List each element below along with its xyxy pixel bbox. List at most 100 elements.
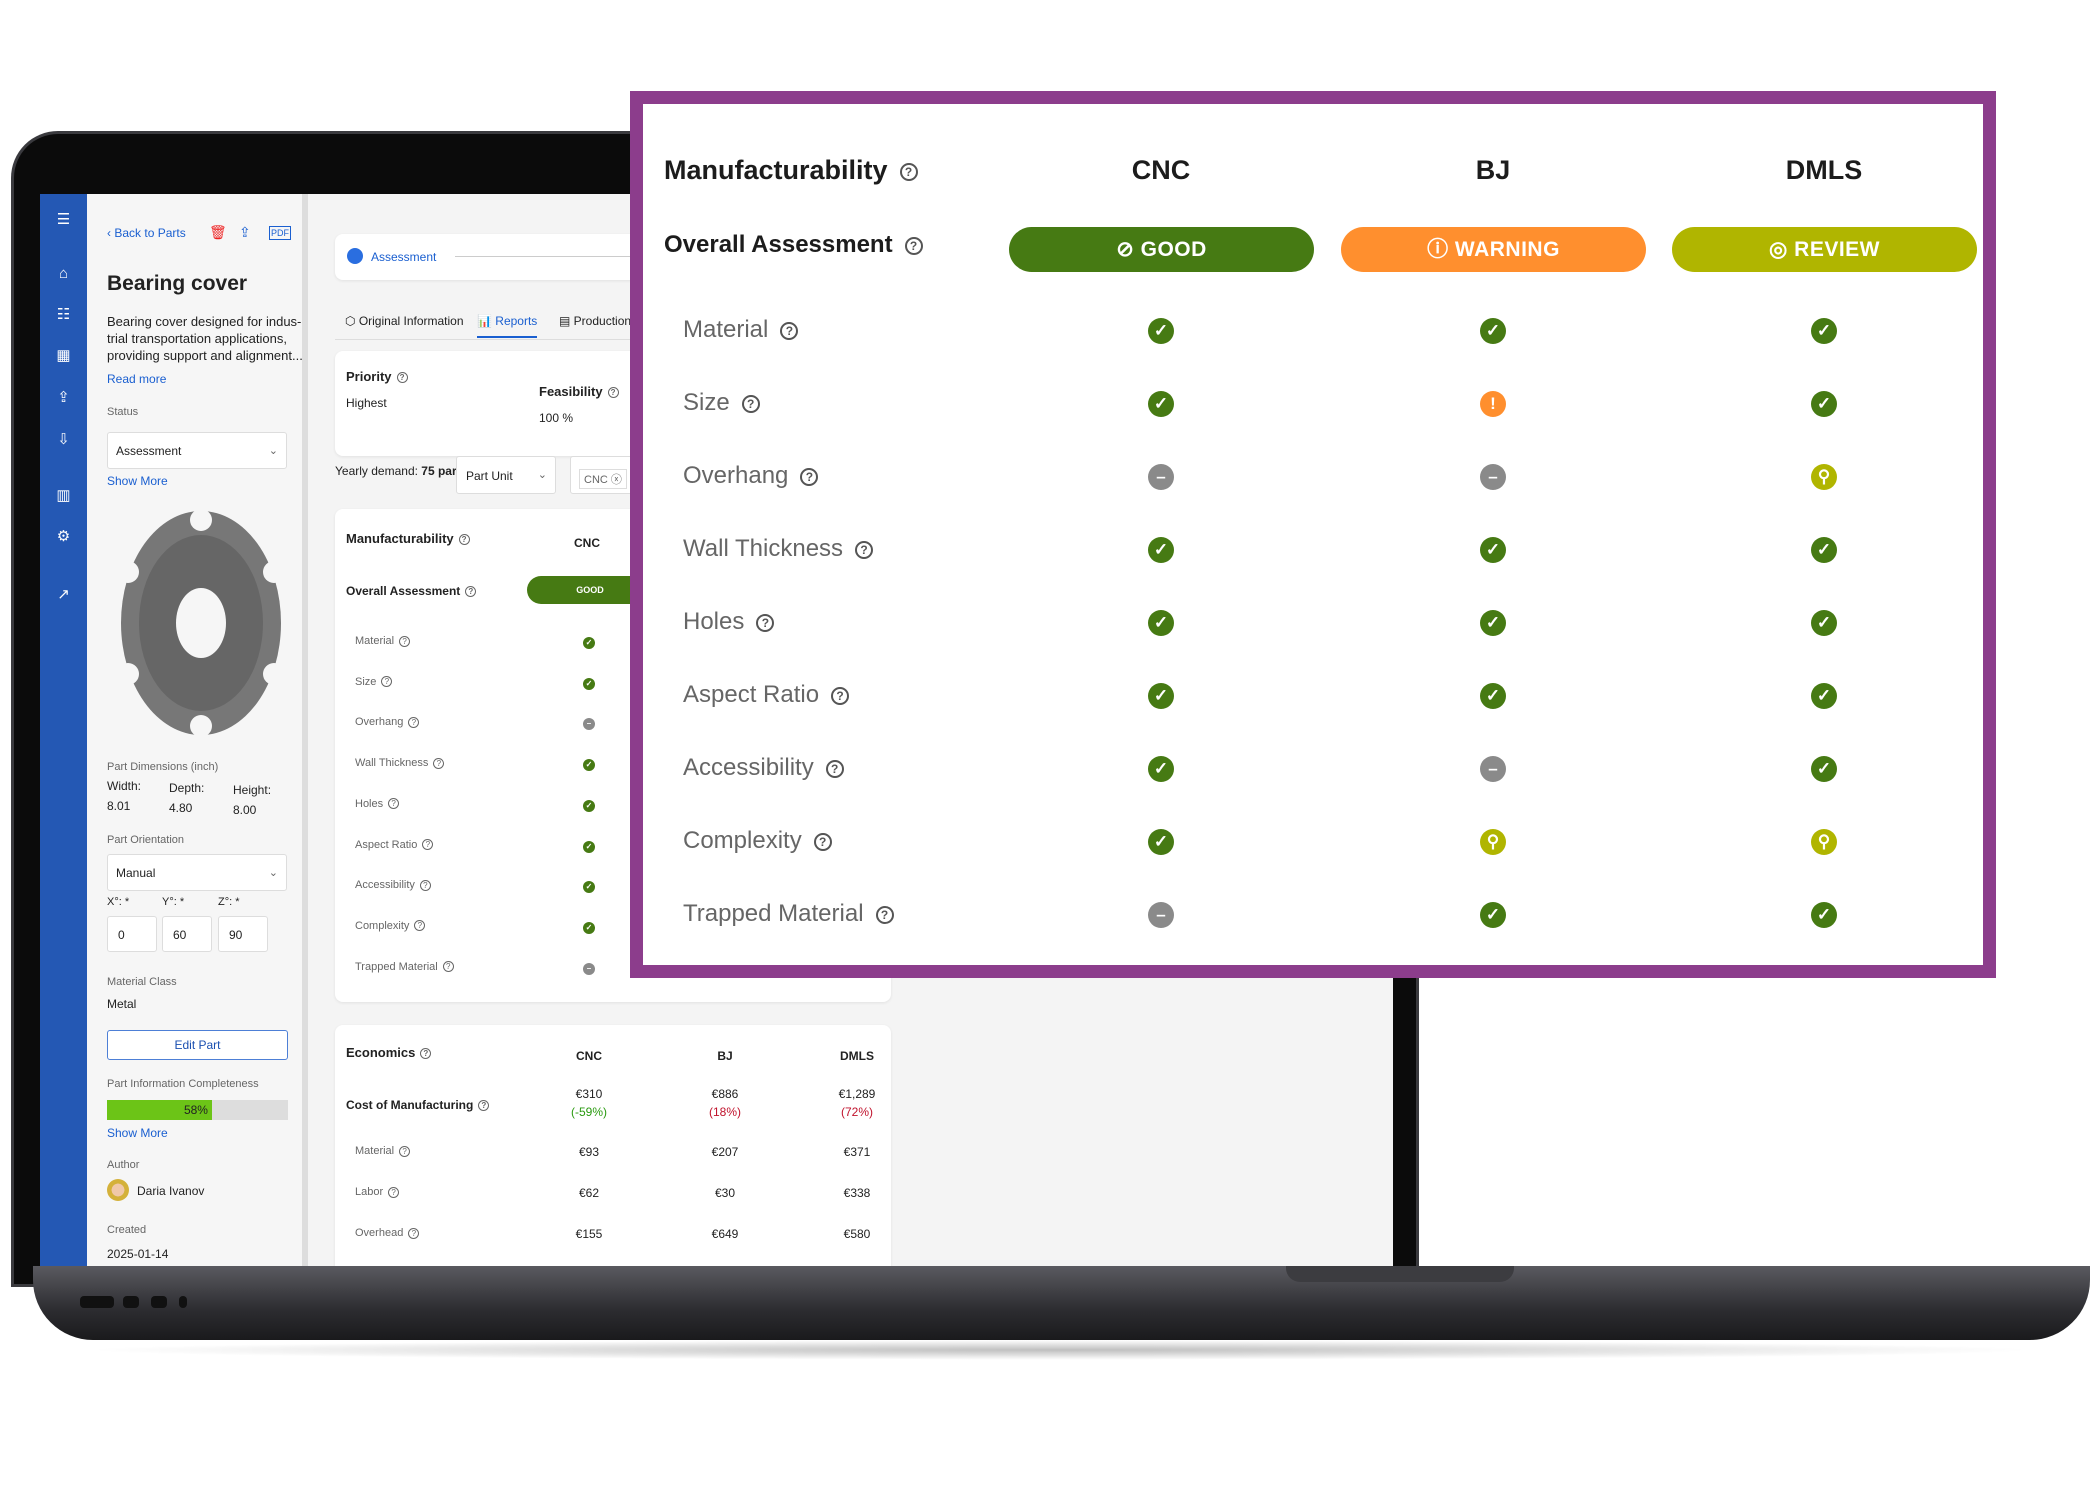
help-icon[interactable]: ? xyxy=(825,759,844,778)
help-icon[interactable]: ? xyxy=(780,321,799,340)
cost-row-label: Labor? xyxy=(355,1186,400,1198)
qr-icon[interactable]: ▦ xyxy=(40,346,87,364)
usb-port xyxy=(123,1296,139,1308)
orientation-dropdown[interactable]: Manual ⌄ xyxy=(107,854,287,891)
edit-part-button[interactable]: Edit Part xyxy=(107,1030,288,1060)
help-icon[interactable]: ? xyxy=(422,839,434,851)
unit-dropdown[interactable]: Part Unit ⌄ xyxy=(456,456,556,494)
help-icon[interactable]: ? xyxy=(800,467,819,486)
good-status-icon: ✓ xyxy=(1148,610,1174,636)
x-rotation-input[interactable]: 0 xyxy=(107,916,157,952)
help-icon[interactable]: ? xyxy=(399,1145,411,1157)
help-icon[interactable]: ? xyxy=(419,879,431,891)
review-status-icon: ⚲ xyxy=(1480,829,1506,855)
cost-delta: (-59%) xyxy=(570,1105,607,1119)
home-icon[interactable]: ⌂ xyxy=(40,265,87,282)
criterion-label: Aspect Ratio? xyxy=(683,681,850,709)
help-icon[interactable]: ? xyxy=(465,586,477,598)
help-icon[interactable]: ? xyxy=(388,1186,400,1198)
settings-icon[interactable]: ⚙ xyxy=(40,527,87,545)
process-header-cnc: CNC xyxy=(1131,155,1191,185)
show-more-link[interactable]: Show More xyxy=(107,474,168,488)
help-icon[interactable]: ? xyxy=(408,716,420,728)
neutral-status-icon: – xyxy=(1148,464,1174,490)
help-icon[interactable]: ? xyxy=(408,1227,420,1239)
label-text: Accessibility xyxy=(683,754,814,781)
read-more-link[interactable]: Read more xyxy=(107,372,166,386)
tab-original-information[interactable]: ⬡ Original Information xyxy=(345,314,464,328)
priority-label: Priority? xyxy=(346,369,408,384)
status-dropdown[interactable]: Assessment ⌄ xyxy=(107,432,287,469)
help-icon[interactable]: ? xyxy=(388,798,400,810)
label-text: Complexity xyxy=(355,919,410,932)
cost-row-value: €207 xyxy=(711,1145,739,1159)
y-rotation-input[interactable]: 60 xyxy=(162,916,212,952)
cost-value: €1,289 xyxy=(838,1087,876,1101)
cloud-upload-icon[interactable]: ⇪ xyxy=(40,388,87,406)
label-text: Material xyxy=(683,316,769,343)
help-icon[interactable]: ? xyxy=(607,387,619,399)
badge-label: GOOD xyxy=(1140,238,1207,261)
good-status-icon: ✓ xyxy=(1480,683,1506,709)
good-status-icon: ✓ xyxy=(583,881,595,894)
process-header-bj: BJ xyxy=(1475,155,1511,185)
help-icon[interactable]: ? xyxy=(899,162,918,181)
label-text: Holes xyxy=(683,608,745,635)
z-rotation-input[interactable]: 90 xyxy=(218,916,268,952)
export-icon[interactable]: ↗ xyxy=(40,585,87,603)
cost-row-value: €62 xyxy=(578,1186,600,1200)
help-icon[interactable]: ? xyxy=(458,534,470,546)
list-icon[interactable]: ☷ xyxy=(40,305,87,323)
label-text: Wall Thickness xyxy=(355,757,429,770)
feasibility-label-text: Feasibility xyxy=(539,384,603,399)
author-label: Author xyxy=(107,1159,140,1171)
label-text: Wall Thickness xyxy=(683,535,844,562)
process-header-dmls: DMLS xyxy=(840,1049,874,1063)
help-icon[interactable]: ? xyxy=(381,676,393,688)
delete-icon[interactable]: 🗑 xyxy=(209,224,227,241)
height-value: 8.00 xyxy=(233,803,257,817)
help-icon[interactable]: ? xyxy=(831,686,850,705)
status-value: Assessment xyxy=(116,444,182,458)
help-icon[interactable]: ? xyxy=(741,394,760,413)
help-icon[interactable]: ? xyxy=(399,635,411,647)
criterion-label: Overhang? xyxy=(355,716,420,728)
label-text: Complexity xyxy=(683,827,802,854)
back-to-parts-link[interactable]: ‹ Back to Parts xyxy=(107,226,186,240)
tab-production[interactable]: ▤ Production xyxy=(559,314,631,328)
unit-value: Part Unit xyxy=(466,469,513,483)
menu-icon[interactable]: ☰ xyxy=(40,210,87,228)
completeness-bar: 58% xyxy=(107,1100,288,1120)
help-icon[interactable]: ? xyxy=(855,540,874,559)
help-icon[interactable]: ? xyxy=(442,961,454,973)
help-icon[interactable]: ? xyxy=(756,613,775,632)
overall-badge-warning: ⓘ WARNING xyxy=(1341,227,1646,272)
show-more-link[interactable]: Show More xyxy=(107,1126,168,1140)
x-label: X°: * xyxy=(107,896,130,908)
help-icon[interactable]: ? xyxy=(414,920,426,932)
created-date: 2025-01-14 xyxy=(107,1247,169,1261)
good-status-icon: ✓ xyxy=(1480,902,1506,928)
x-value: 0 xyxy=(118,928,125,942)
help-icon[interactable]: ? xyxy=(904,236,923,255)
help-icon[interactable]: ? xyxy=(875,905,894,924)
cloud-upload-icon[interactable]: ⇪ xyxy=(239,224,251,241)
chevron-down-icon: ⌄ xyxy=(268,867,278,879)
help-icon[interactable]: ? xyxy=(813,832,832,851)
cloud-download-icon[interactable]: ⇩ xyxy=(40,430,87,448)
help-icon[interactable]: ? xyxy=(420,1048,432,1060)
help-icon[interactable]: ? xyxy=(396,372,408,384)
reports-icon[interactable]: ▥ xyxy=(40,486,87,504)
tab-reports[interactable]: 📊 Reports xyxy=(477,314,538,338)
good-status-icon: ✓ xyxy=(1480,537,1506,563)
neutral-status-icon: – xyxy=(1480,756,1506,782)
pdf-icon[interactable]: PDF xyxy=(269,226,291,240)
label-text: Size xyxy=(355,675,377,688)
process-chip[interactable]: CNC ⓧ xyxy=(579,469,627,489)
material-class-label: Material Class xyxy=(107,976,177,988)
label-text: Size xyxy=(683,389,730,416)
help-icon[interactable]: ? xyxy=(433,757,445,769)
help-icon[interactable]: ? xyxy=(478,1100,490,1112)
label-text: Cost of Manufacturing xyxy=(346,1098,474,1112)
good-status-icon: ✓ xyxy=(1811,683,1837,709)
